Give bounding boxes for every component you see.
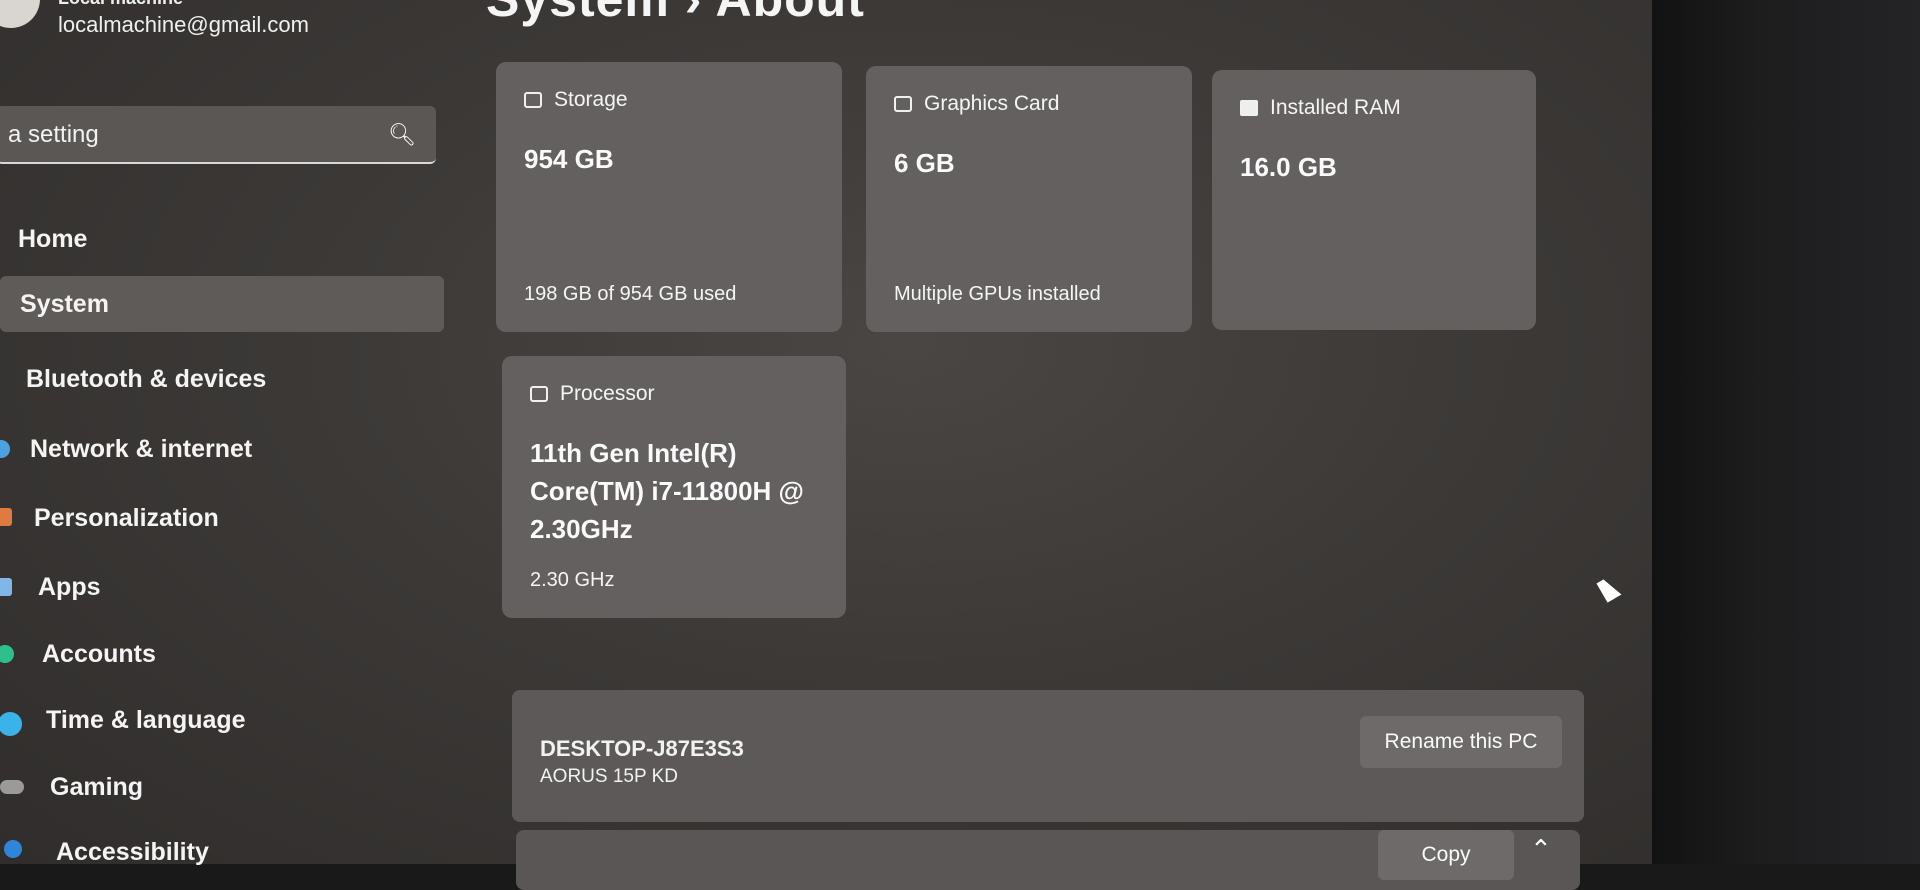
storage-title: Storage	[554, 88, 628, 111]
processor-card-header: Processor	[530, 382, 655, 406]
sidebar-item-label: Accessibility	[56, 837, 209, 866]
accessibility-icon	[4, 840, 22, 858]
screen: Local machine localmachine@gmail.com a s…	[0, 0, 1652, 890]
graphics-value: 6 GB	[894, 148, 955, 178]
ram-card-header: Installed RAM	[1240, 96, 1401, 120]
graphics-card-header: Graphics Card	[894, 92, 1059, 116]
account-email: localmachine@gmail.com	[58, 12, 309, 37]
sidebar-item-label: Network & internet	[30, 434, 253, 463]
sidebar-item-label: Personalization	[34, 503, 219, 532]
processor-value: 11th Gen Intel(R) Core(TM) i7-11800H @ 2…	[530, 438, 804, 544]
apps-icon	[0, 578, 12, 596]
personalization-icon	[0, 508, 12, 526]
sidebar-item-personalization[interactable]: Personalization	[34, 490, 219, 546]
search-input[interactable]: a setting 🔍︎	[0, 106, 436, 164]
sidebar-item-time-language[interactable]: Time & language	[46, 692, 246, 748]
search-text: a setting	[8, 121, 99, 148]
storage-usage: 198 GB of 954 GB used	[524, 283, 737, 305]
storage-card-header: Storage	[524, 88, 628, 112]
sidebar-item-label: Home	[18, 224, 88, 253]
sidebar-item-label: Bluetooth & devices	[26, 364, 267, 393]
pc-model: AORUS 15P KD	[540, 766, 678, 787]
time-language-icon	[0, 712, 22, 736]
accounts-icon	[0, 645, 14, 663]
graphics-title: Graphics Card	[924, 92, 1060, 115]
sidebar-item-accessibility[interactable]: Accessibility	[56, 824, 209, 880]
sidebar-item-home[interactable]: Home	[18, 211, 87, 267]
monitor-bezel	[1652, 0, 1920, 864]
sidebar-item-system[interactable]: System	[0, 276, 444, 332]
processor-speed: 2.30 GHz	[530, 569, 615, 591]
chevron-up-icon[interactable]: ⌃	[1530, 834, 1552, 865]
mouse-cursor	[1596, 575, 1622, 603]
ram-title: Installed RAM	[1270, 96, 1401, 119]
sidebar-item-label: Time & language	[46, 705, 246, 734]
copy-button[interactable]: Copy	[1378, 830, 1514, 880]
storage-card[interactable]: Storage 954 GB 198 GB of 954 GB used	[496, 62, 842, 332]
pc-name: DESKTOP-J87E3S3	[540, 736, 744, 761]
ram-value: 16.0 GB	[1240, 152, 1337, 182]
network-icon	[0, 440, 10, 458]
search-icon[interactable]: 🔍︎	[388, 122, 416, 148]
page-title: System › About	[486, 0, 865, 28]
graphics-card[interactable]: Graphics Card 6 GB Multiple GPUs install…	[866, 66, 1192, 332]
rename-pc-button[interactable]: Rename this PC	[1360, 716, 1562, 768]
gaming-icon	[0, 780, 24, 794]
ram-card[interactable]: Installed RAM 16.0 GB	[1212, 70, 1536, 330]
graphics-info: Multiple GPUs installed	[894, 283, 1101, 305]
sidebar-item-network[interactable]: Network & internet	[30, 421, 252, 477]
ram-icon	[1240, 100, 1258, 116]
sidebar-item-label: Accounts	[42, 639, 156, 668]
sidebar-item-label: Gaming	[50, 772, 144, 801]
processor-card[interactable]: Processor 11th Gen Intel(R) Core(TM) i7-…	[502, 356, 846, 618]
avatar[interactable]	[0, 0, 40, 28]
sidebar-item-label: System	[20, 289, 109, 318]
sidebar-item-apps[interactable]: Apps	[38, 559, 101, 615]
sidebar-item-bluetooth[interactable]: Bluetooth & devices	[26, 351, 266, 407]
sidebar-item-accounts[interactable]: Accounts	[42, 626, 156, 682]
storage-value: 954 GB	[524, 144, 614, 174]
storage-icon	[524, 92, 542, 108]
processor-title: Processor	[560, 382, 655, 405]
pc-name-section: DESKTOP-J87E3S3 AORUS 15P KD Rename this…	[512, 690, 1584, 822]
graphics-card-icon	[894, 96, 912, 112]
account-name: Local machine	[58, 0, 183, 9]
sidebar-item-label: Apps	[38, 572, 101, 601]
processor-icon	[530, 386, 548, 402]
sidebar-item-gaming[interactable]: Gaming	[50, 759, 143, 815]
